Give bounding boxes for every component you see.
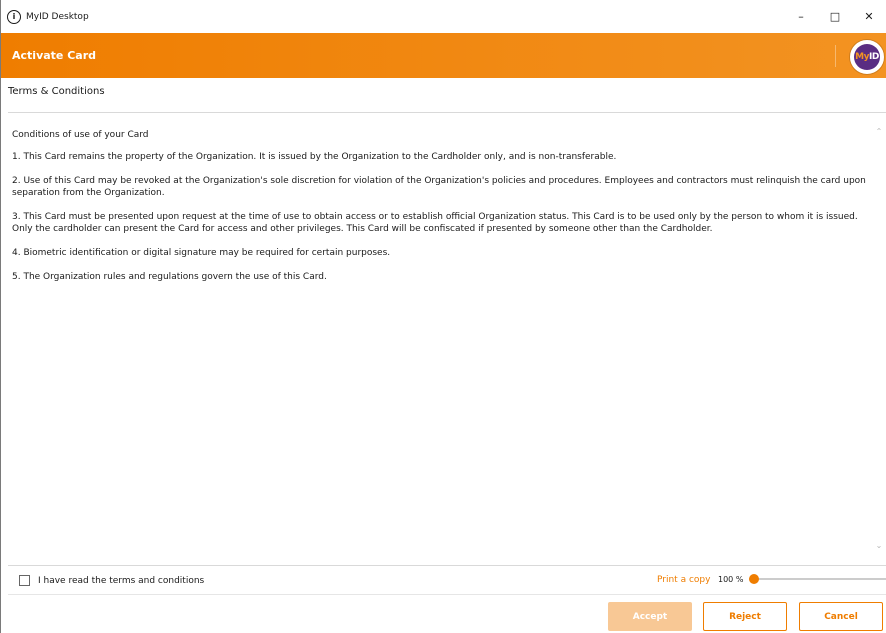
chevron-down-icon[interactable]: ⌄	[874, 541, 884, 551]
terms-item: 1. This Card remains the property of the…	[12, 152, 617, 162]
info-icon: i	[7, 9, 21, 24]
terms-heading: Conditions of use of your Card	[12, 130, 149, 140]
terms-item: 2. Use of this Card may be revoked at th…	[12, 176, 866, 198]
page-title: Activate Card	[12, 49, 96, 62]
maximize-button[interactable]: □	[818, 0, 852, 33]
header-divider	[835, 45, 836, 67]
footer-divider	[8, 594, 886, 595]
zoom-slider-track[interactable]	[749, 578, 886, 580]
accept-button[interactable]: Accept	[608, 602, 692, 631]
terms-content[interactable]: Conditions of use of your Card 1. This C…	[12, 121, 868, 561]
content-divider	[8, 565, 886, 566]
logo-text-my: My	[855, 52, 869, 62]
page-header: Activate Card My ID	[1, 33, 886, 78]
agree-checkbox[interactable]	[19, 575, 30, 586]
zoom-slider[interactable]	[749, 573, 886, 585]
myid-logo: My ID	[850, 40, 884, 74]
section-divider	[8, 112, 886, 113]
cancel-button[interactable]: Cancel	[799, 602, 883, 631]
myid-logo-mark: My ID	[854, 44, 880, 70]
window-controls: – □ ✕	[784, 0, 886, 33]
logo-text-id: ID	[869, 52, 879, 62]
zoom-slider-thumb[interactable]	[749, 574, 759, 584]
print-copy-link[interactable]: Print a copy	[657, 575, 710, 585]
window-title: MyID Desktop	[26, 11, 89, 22]
terms-item: 5. The Organization rules and regulation…	[12, 272, 327, 282]
zoom-value: 100 %	[718, 575, 744, 584]
close-button[interactable]: ✕	[852, 0, 886, 33]
chevron-up-icon[interactable]: ⌃	[874, 127, 884, 137]
minimize-button[interactable]: –	[784, 0, 818, 33]
title-bar: i MyID Desktop – □ ✕	[1, 0, 886, 33]
agree-label[interactable]: I have read the terms and conditions	[38, 576, 204, 586]
reject-button[interactable]: Reject	[703, 602, 787, 631]
agree-terms[interactable]: I have read the terms and conditions	[19, 575, 204, 586]
terms-item: 4. Biometric identification or digital s…	[12, 248, 391, 258]
terms-item: 3. This Card must be presented upon requ…	[12, 212, 858, 234]
app-window: i MyID Desktop – □ ✕ Activate Card My ID …	[0, 0, 886, 633]
section-title: Terms & Conditions	[8, 86, 105, 97]
